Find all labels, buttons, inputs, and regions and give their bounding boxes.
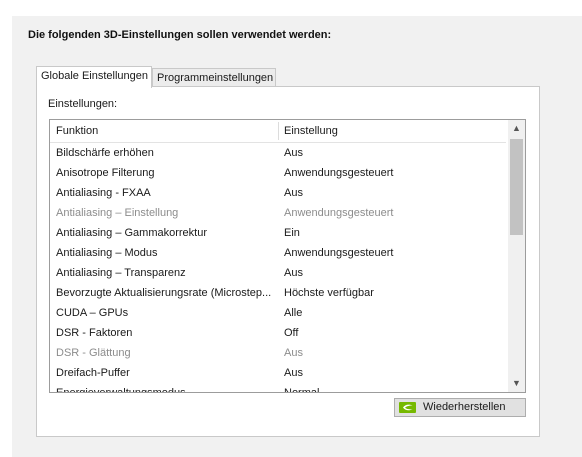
table-row[interactable]: Energieverwaltungsmodus Normal (50, 383, 506, 393)
row-function-label: Antialiasing - FXAA (56, 187, 151, 199)
list-header: Funktion Einstellung (50, 120, 506, 143)
row-function-label: Antialiasing – Transparenz (56, 267, 186, 279)
row-setting-value[interactable]: Aus (284, 343, 303, 363)
row-setting-value[interactable]: Anwendungsgesteuert (284, 243, 393, 263)
row-function-label: CUDA – GPUs (56, 307, 129, 319)
tab-global-settings[interactable]: Globale Einstellungen (36, 66, 152, 88)
row-setting-value[interactable]: Normal (284, 383, 319, 392)
table-row[interactable]: DSR - Glättung Aus (50, 343, 506, 363)
row-function-label: Antialiasing – Einstellung (56, 207, 179, 219)
table-row[interactable]: Antialiasing - FXAA Aus (50, 183, 506, 203)
tab-page: Einstellungen: Funktion Einstellung Bild… (36, 86, 540, 437)
row-setting-value[interactable]: Höchste verfügbar (284, 283, 374, 303)
table-row[interactable]: CUDA – GPUs Alle (50, 303, 506, 323)
row-function-label: Antialiasing – Gammakorrektur (56, 227, 208, 239)
row-function-label: Bevorzugte Aktualisierungsrate (Microste… (56, 287, 272, 299)
row-function-label: DSR - Faktoren (56, 327, 133, 339)
row-function-label: Antialiasing – Modus (56, 247, 158, 259)
row-function-label: Energieverwaltungsmodus (56, 387, 186, 393)
row-function-label: Anisotrope Filterung (56, 167, 155, 179)
restore-button-label: Wiederherstellen (423, 401, 506, 413)
row-setting-value[interactable]: Aus (284, 263, 303, 283)
settings-label: Einstellungen: (48, 98, 118, 110)
table-row[interactable]: Dreifach-Puffer Aus (50, 363, 506, 383)
tab-program-settings[interactable]: Programmeinstellungen (152, 68, 276, 87)
row-setting-value[interactable]: Anwendungsgesteuert (284, 203, 393, 223)
row-setting-value[interactable]: Ein (284, 223, 300, 243)
scroll-up-icon[interactable]: ▲ (508, 120, 525, 137)
table-row[interactable]: Bevorzugte Aktualisierungsrate (Microste… (50, 283, 506, 303)
settings-list[interactable]: Funktion Einstellung Bildschärfe erhöhen… (49, 119, 526, 393)
scroll-down-icon[interactable]: ▼ (508, 375, 525, 392)
table-row[interactable]: DSR - Faktoren Off (50, 323, 506, 343)
table-row[interactable]: Bildschärfe erhöhen Aus (50, 143, 506, 163)
scrollbar-thumb[interactable] (510, 139, 523, 235)
row-function-label: DSR - Glättung (56, 347, 131, 359)
table-row[interactable]: Anisotrope Filterung Anwendungsgesteuert (50, 163, 506, 183)
table-row[interactable]: Antialiasing – Gammakorrektur Ein (50, 223, 506, 243)
column-divider[interactable] (278, 122, 279, 140)
settings-rows: Bildschärfe erhöhen Aus Anisotrope Filteru… (50, 143, 506, 393)
page-heading: Die folgenden 3D-Einstellungen sollen ve… (28, 29, 332, 41)
row-setting-value[interactable]: Aus (284, 363, 303, 383)
table-row[interactable]: Antialiasing – Modus Anwendungsgesteuert (50, 243, 506, 263)
row-function-label: Dreifach-Puffer (56, 367, 130, 379)
nvidia-logo-icon (399, 402, 416, 413)
row-setting-value[interactable]: Anwendungsgesteuert (284, 163, 393, 183)
column-header-setting[interactable]: Einstellung (284, 125, 338, 137)
row-setting-value[interactable]: Off (284, 323, 298, 343)
restore-button[interactable]: Wiederherstellen (394, 398, 526, 417)
column-header-function[interactable]: Funktion (56, 125, 98, 137)
table-row[interactable]: Antialiasing – Transparenz Aus (50, 263, 506, 283)
row-setting-value[interactable]: Aus (284, 143, 303, 163)
row-setting-value[interactable]: Alle (284, 303, 302, 323)
row-setting-value[interactable]: Aus (284, 183, 303, 203)
settings-panel: Die folgenden 3D-Einstellungen sollen ve… (12, 16, 582, 457)
vertical-scrollbar[interactable]: ▲ ▼ (508, 120, 525, 392)
row-function-label: Bildschärfe erhöhen (56, 147, 154, 159)
table-row[interactable]: Antialiasing – Einstellung Anwendungsgest… (50, 203, 506, 223)
